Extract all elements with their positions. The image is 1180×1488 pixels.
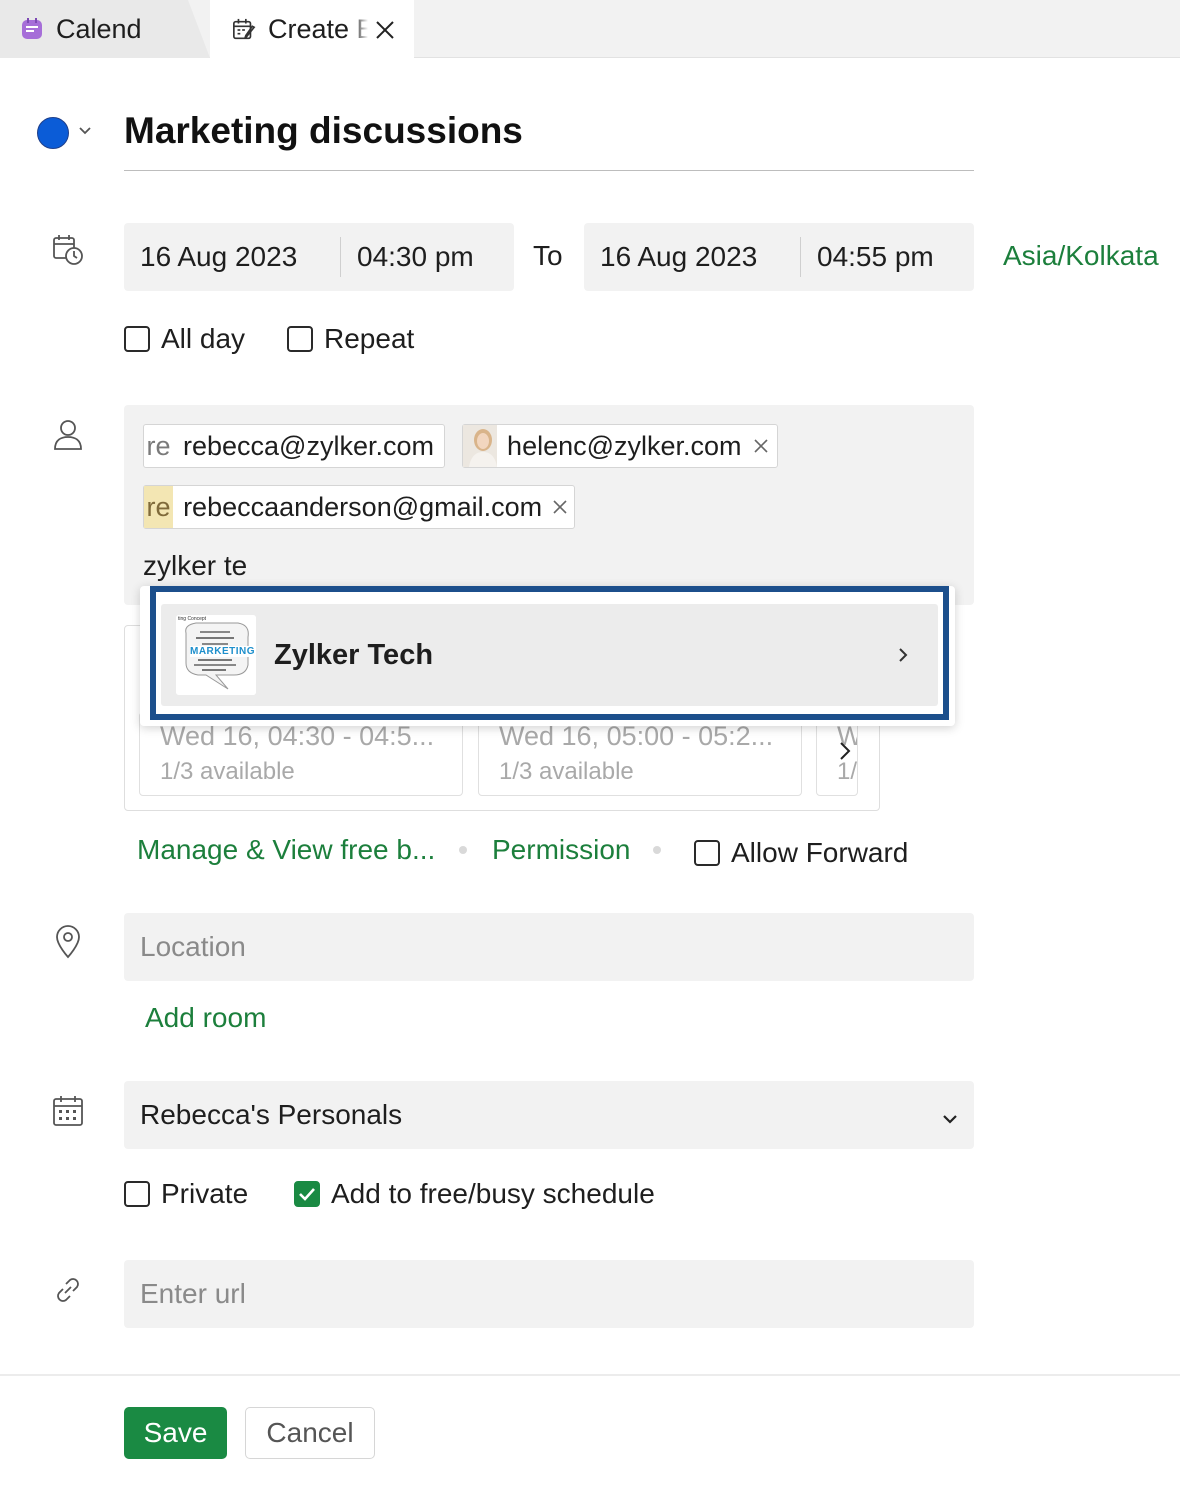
allow-forward-checkbox[interactable] bbox=[694, 840, 720, 866]
chevron-down-icon[interactable] bbox=[76, 122, 94, 140]
close-icon[interactable] bbox=[372, 17, 398, 43]
url-text-input[interactable] bbox=[140, 1278, 974, 1310]
footer-divider bbox=[0, 1374, 1180, 1376]
repeat-checkbox-row[interactable]: Repeat bbox=[287, 323, 414, 355]
private-row[interactable]: Private bbox=[124, 1178, 248, 1210]
manage-free-busy-link[interactable]: Manage & View free b... bbox=[137, 834, 435, 866]
start-datetime-field: 16 Aug 2023 04:30 pm bbox=[124, 223, 514, 291]
create-event-icon bbox=[232, 18, 256, 42]
end-date-input[interactable]: 16 Aug 2023 bbox=[584, 241, 800, 273]
repeat-checkbox[interactable] bbox=[287, 326, 313, 352]
remove-attendee-icon[interactable] bbox=[552, 495, 568, 519]
calendar-selected-value: Rebecca's Personals bbox=[140, 1099, 403, 1130]
title-underline bbox=[124, 170, 974, 171]
attendee-search-input[interactable]: zylker te bbox=[143, 550, 247, 582]
tab-create-event-label: Create Event bbox=[268, 14, 368, 44]
person-icon bbox=[50, 416, 86, 452]
slot-availability: 1/3 available bbox=[499, 758, 634, 785]
calendar-select[interactable]: Rebecca's Personals bbox=[124, 1081, 974, 1149]
separator-dot bbox=[459, 846, 467, 854]
separator-dot bbox=[653, 846, 661, 854]
to-label: To bbox=[533, 240, 563, 271]
chevron-right-icon[interactable] bbox=[830, 736, 860, 766]
attendee-initials: re bbox=[144, 486, 174, 528]
allow-forward-label: Allow Forward bbox=[731, 837, 909, 868]
permission-link[interactable]: Permission bbox=[492, 834, 630, 866]
timezone-link[interactable]: Asia/Kolkata bbox=[1003, 240, 1159, 272]
all-day-checkbox-row[interactable]: All day bbox=[124, 323, 245, 355]
link-icon bbox=[50, 1272, 86, 1308]
chevron-down-icon bbox=[942, 1099, 958, 1131]
location-input[interactable] bbox=[124, 913, 974, 981]
attendee-chip[interactable]: re rebeccaanderson@gmail.com bbox=[143, 485, 575, 529]
start-time-input[interactable]: 04:30 pm bbox=[341, 241, 474, 273]
attendee-chip[interactable]: helenc@zylker.com bbox=[462, 424, 778, 468]
freebusy-schedule-checkbox[interactable] bbox=[294, 1181, 320, 1207]
tab-calendar[interactable]: Calend bbox=[0, 0, 210, 58]
attendee-email: helenc@zylker.com bbox=[507, 430, 742, 461]
avatar bbox=[463, 425, 498, 467]
attendee-email: rebecca@zylker.com bbox=[183, 430, 434, 461]
calendar-app-icon bbox=[20, 17, 44, 41]
freebusy-schedule-label: Add to free/busy schedule bbox=[331, 1178, 655, 1209]
slot-availability: 1/3 available bbox=[160, 758, 295, 785]
all-day-label: All day bbox=[161, 323, 246, 354]
freebusy-schedule-row[interactable]: Add to free/busy schedule bbox=[294, 1178, 655, 1210]
event-title-input[interactable]: Marketing discussions bbox=[124, 110, 523, 152]
calendar-clock-icon bbox=[50, 232, 86, 268]
end-time-input[interactable]: 04:55 pm bbox=[801, 241, 934, 273]
cancel-button[interactable]: Cancel bbox=[245, 1407, 375, 1459]
allow-forward-row[interactable]: Allow Forward bbox=[694, 837, 908, 869]
remove-attendee-icon[interactable] bbox=[752, 434, 771, 458]
end-datetime-field: 16 Aug 2023 04:55 pm bbox=[584, 223, 974, 291]
tab-calendar-label: Calend bbox=[56, 13, 142, 44]
tab-create-event[interactable]: Create Event bbox=[210, 0, 414, 59]
start-date-input[interactable]: 16 Aug 2023 bbox=[124, 241, 340, 273]
all-day-checkbox[interactable] bbox=[124, 326, 150, 352]
attendee-email: rebeccaanderson@gmail.com bbox=[183, 491, 543, 522]
add-room-link[interactable]: Add room bbox=[145, 1002, 266, 1034]
calendar-icon bbox=[50, 1093, 86, 1129]
attendee-initials: re bbox=[146, 430, 171, 461]
repeat-label: Repeat bbox=[324, 323, 415, 354]
save-button[interactable]: Save bbox=[124, 1407, 227, 1459]
private-label: Private bbox=[161, 1178, 249, 1209]
location-pin-icon bbox=[50, 924, 86, 960]
event-color-swatch[interactable] bbox=[37, 117, 69, 149]
highlight-frame bbox=[150, 586, 949, 720]
private-checkbox[interactable] bbox=[124, 1181, 150, 1207]
attendee-chip[interactable]: re rebecca@zylker.com bbox=[143, 424, 445, 468]
location-text-input[interactable] bbox=[140, 931, 974, 963]
url-input[interactable] bbox=[124, 1260, 974, 1328]
